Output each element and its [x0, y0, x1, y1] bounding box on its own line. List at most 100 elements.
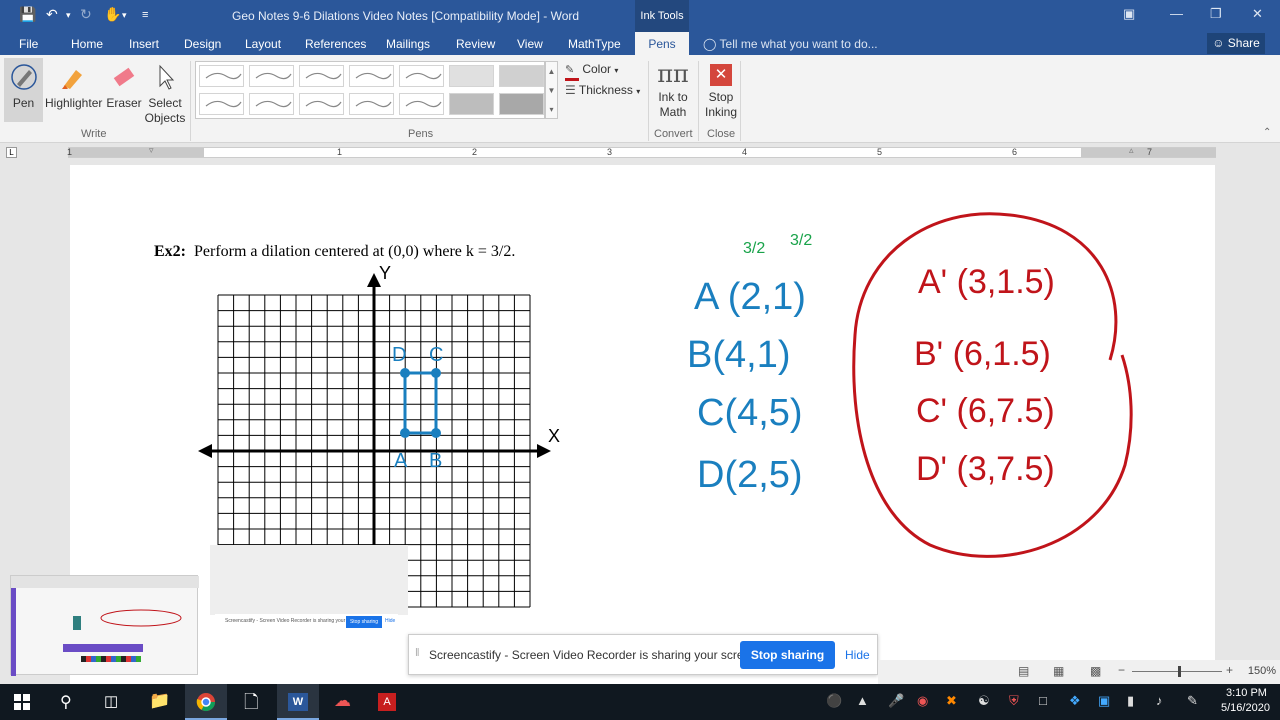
clock-date[interactable]: 5/16/2020 [1221, 702, 1270, 714]
x-axis-left-arrow-icon [198, 444, 212, 458]
hide-sharing-bar-link[interactable]: Hide [845, 648, 870, 662]
eraser-tool-button[interactable]: Eraser [105, 58, 143, 111]
thickness-button[interactable]: ☰ Thickness ▾ [565, 83, 640, 99]
image-point-c-prime: C' (6,7.5) [916, 392, 1055, 430]
save-icon[interactable]: 💾 [19, 6, 36, 23]
person-icon: ☺ [1212, 36, 1228, 50]
tab-references[interactable]: References [305, 37, 366, 51]
ruler-number: 6 [1012, 147, 1018, 157]
touch-dropdown-icon[interactable]: ▾ [122, 10, 127, 21]
gallery-scroll[interactable]: ▲ ▼ ▾ [545, 61, 558, 119]
tray-app-icon[interactable]: ⚫ [826, 693, 842, 709]
read-mode-icon[interactable]: ▤ [1018, 664, 1029, 678]
network-icon[interactable]: ☯ [978, 693, 990, 709]
ribbon-pens: Pen Highlighter Eraser Select Objects Wr… [0, 55, 1280, 143]
customize-qat-icon[interactable]: ≡ [142, 9, 148, 21]
gallery-down-icon[interactable]: ▼ [546, 81, 557, 100]
pi-icon: ππ [657, 60, 689, 88]
tray-app-icon[interactable]: □ [1039, 693, 1047, 708]
web-layout-icon[interactable]: ▩ [1090, 664, 1101, 678]
eraser-label: Eraser [106, 96, 142, 110]
tab-home[interactable]: Home [71, 37, 103, 51]
clock-time[interactable]: 3:10 PM [1226, 687, 1267, 699]
highlighter-tool-button[interactable]: Highlighter [45, 58, 102, 111]
bluetooth-icon[interactable]: ❖ [1069, 693, 1081, 709]
chrome-icon [196, 693, 215, 712]
tab-pens[interactable]: Pens [635, 32, 689, 55]
color-button[interactable]: ✎ Color ▾ [565, 62, 618, 81]
tab-design[interactable]: Design [184, 37, 221, 51]
ink-to-math-button[interactable]: ππ Ink to Math [652, 58, 694, 120]
tray-app-icon[interactable]: ▲ [856, 693, 869, 708]
ruler-number: 1 [337, 147, 343, 157]
zoom-level[interactable]: 150% [1248, 665, 1276, 677]
share-button[interactable]: ☺ Share [1207, 33, 1265, 54]
windows-start-icon[interactable] [14, 694, 30, 710]
minimize-icon[interactable]: — [1170, 6, 1183, 21]
lightbulb-icon: ◯ [703, 37, 720, 51]
touch-mode-icon[interactable]: ✋ [104, 6, 121, 23]
mini-stop-sharing-button[interactable]: Stop sharing [346, 616, 382, 628]
tell-me-search[interactable]: ◯ Tell me what you want to do... [703, 37, 878, 51]
ruler-number: 7 [1147, 147, 1153, 157]
tray-app-icon[interactable]: ▣ [1098, 693, 1110, 709]
stop-sharing-button[interactable]: Stop sharing [740, 641, 835, 669]
tab-insert[interactable]: Insert [129, 37, 159, 51]
pen-label: Pen [12, 96, 35, 110]
print-layout-icon[interactable]: ▦ [1053, 664, 1064, 678]
right-indent-marker-icon[interactable]: ▵ [1129, 145, 1134, 156]
share-label: Share [1227, 36, 1260, 50]
pen-tool-button[interactable]: Pen [4, 58, 43, 122]
tab-review[interactable]: Review [456, 37, 495, 51]
task-view-icon[interactable]: ◫ [104, 692, 118, 710]
ribbon-display-options-icon[interactable]: ▣ [1123, 6, 1135, 22]
ruler-strip[interactable]: 1 1 2 3 4 5 6 7 ▿ ▵ [67, 145, 1216, 158]
tab-selector-icon[interactable]: L [6, 147, 17, 158]
app-icon[interactable]: ☁ [334, 691, 351, 711]
color-icon: ✎ [565, 63, 579, 81]
tab-layout[interactable]: Layout [245, 37, 281, 51]
pen-gallery-strokes [205, 72, 442, 108]
microphone-icon[interactable]: 🎤 [888, 693, 904, 709]
pen-workspace-icon[interactable]: ✎ [1187, 693, 1198, 709]
gallery-up-icon[interactable]: ▲ [546, 62, 557, 81]
original-point-b: B(4,1) [687, 334, 790, 376]
pen-icon [10, 64, 37, 90]
battery-icon[interactable]: ▮ [1127, 693, 1134, 709]
zoom-in-icon[interactable]: + [1226, 663, 1233, 677]
word-taskbar-button[interactable]: W [277, 684, 319, 720]
graph-point-label: D [392, 344, 406, 366]
mini-hide-link[interactable]: Hide [385, 618, 395, 624]
redo-icon[interactable]: ↻ [80, 6, 92, 23]
gallery-more-icon[interactable]: ▾ [546, 100, 557, 119]
security-icon[interactable]: ⛨ [1009, 693, 1019, 709]
thickness-icon: ☰ [565, 83, 576, 97]
ruler-number: 5 [877, 147, 883, 157]
undo-icon[interactable]: ↶ [46, 6, 58, 23]
tab-mailings[interactable]: Mailings [386, 37, 430, 51]
select-objects-button[interactable]: Select Objects [144, 58, 186, 126]
volume-icon[interactable]: ♪ [1156, 693, 1163, 708]
restore-icon[interactable]: ❐ [1210, 6, 1222, 22]
indent-marker-icon[interactable]: ▿ [149, 145, 154, 156]
drag-handle-icon[interactable]: ‖ [415, 647, 420, 659]
tab-view[interactable]: View [517, 37, 543, 51]
notepad-icon[interactable]: 🗋 [244, 690, 258, 720]
file-explorer-icon[interactable]: 📁 [149, 691, 170, 711]
stop-inking-button[interactable]: ✕ Stop Inking [702, 58, 740, 120]
chrome-taskbar-button[interactable] [185, 684, 227, 720]
zoom-slider-thumb[interactable] [1178, 666, 1181, 677]
close-window-icon[interactable]: ✕ [1252, 6, 1263, 22]
acrobat-icon[interactable]: A [378, 693, 396, 711]
tab-file[interactable]: File [19, 37, 38, 51]
undo-dropdown-icon[interactable]: ▾ [66, 10, 71, 21]
collapse-ribbon-icon[interactable]: ⌃ [1263, 127, 1271, 138]
tray-app-icon[interactable]: ✖ [946, 693, 957, 709]
ink-to-math-label-2: Math [659, 105, 687, 119]
zoom-out-icon[interactable]: − [1118, 663, 1125, 677]
tray-app-icon[interactable]: ◉ [917, 693, 928, 709]
search-icon[interactable]: ⚲ [60, 692, 72, 712]
tab-mathtype[interactable]: MathType [568, 37, 621, 51]
thickness-dropdown-icon: ▾ [636, 87, 641, 96]
zoom-slider[interactable] [1132, 671, 1222, 672]
